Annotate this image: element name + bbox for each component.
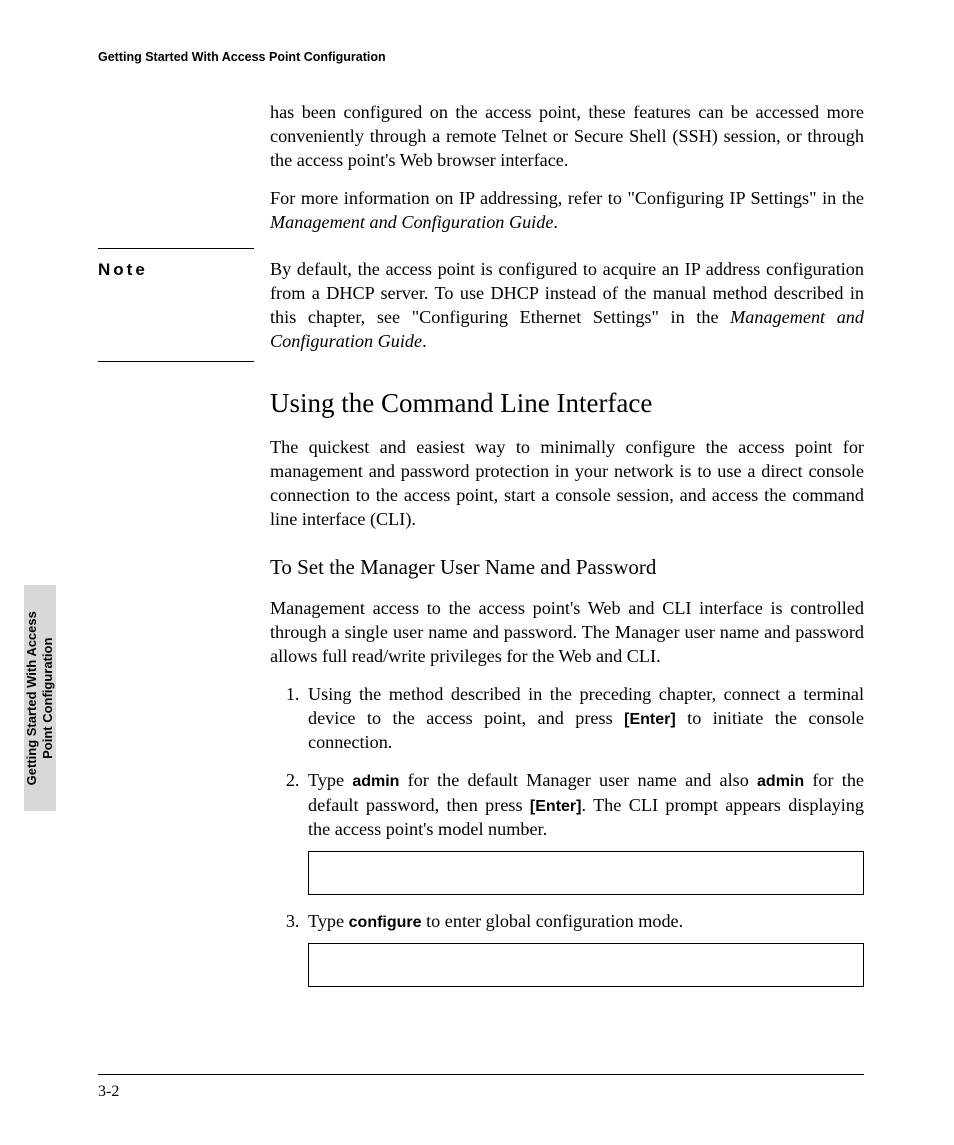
subsection-heading: To Set the Manager User Name and Passwor… (270, 555, 864, 580)
note-rule-bottom (98, 361, 254, 362)
note-label: Note (98, 260, 148, 280)
running-header: Getting Started With Access Point Config… (98, 50, 864, 64)
intro-p2-c: . (553, 212, 558, 232)
note-text-c: . (422, 331, 427, 351)
step3-b: to enter global configuration mode. (422, 911, 684, 931)
code-box-1 (308, 851, 864, 895)
note-rule-top (98, 248, 254, 249)
note-block: Note By default, the access point is con… (98, 248, 864, 362)
section-paragraph: The quickest and easiest way to minimall… (270, 435, 864, 531)
intro-p2-a: For more information on IP addressing, r… (270, 188, 864, 208)
note-body: By default, the access point is configur… (270, 257, 864, 353)
page-number: 3-2 (98, 1083, 119, 1101)
intro-p2-italic: Management and Configuration Guide (270, 212, 553, 232)
step3-kw: configure (349, 914, 422, 931)
intro-paragraph-1: has been configured on the access point,… (270, 100, 864, 172)
footer-rule (98, 1074, 864, 1075)
step-3: Type configure to enter global configura… (304, 909, 864, 987)
step2-key: [Enter] (530, 798, 582, 815)
step2-a: Type (308, 770, 352, 790)
intro-paragraph-2: For more information on IP addressing, r… (270, 186, 864, 234)
side-tab-line1: Getting Started With Access (24, 611, 39, 785)
step-1: Using the method described in the preced… (304, 682, 864, 754)
section-heading: Using the Command Line Interface (270, 388, 864, 419)
step2-kw2: admin (757, 773, 804, 790)
step-2: Type admin for the default Manager user … (304, 768, 864, 894)
step2-kw1: admin (352, 773, 399, 790)
step1-key: [Enter] (624, 711, 676, 728)
side-tab-label: Getting Started With Access Point Config… (24, 611, 57, 785)
steps-list: Using the method described in the preced… (270, 682, 864, 986)
step3-a: Type (308, 911, 349, 931)
running-header-text: Getting Started With Access Point Config… (98, 50, 386, 64)
side-tab-line2: Point Configuration (40, 637, 55, 758)
side-tab: Getting Started With Access Point Config… (24, 585, 56, 811)
step2-b: for the default Manager user name and al… (399, 770, 757, 790)
code-box-2 (308, 943, 864, 987)
subsection-paragraph: Management access to the access point's … (270, 596, 864, 668)
